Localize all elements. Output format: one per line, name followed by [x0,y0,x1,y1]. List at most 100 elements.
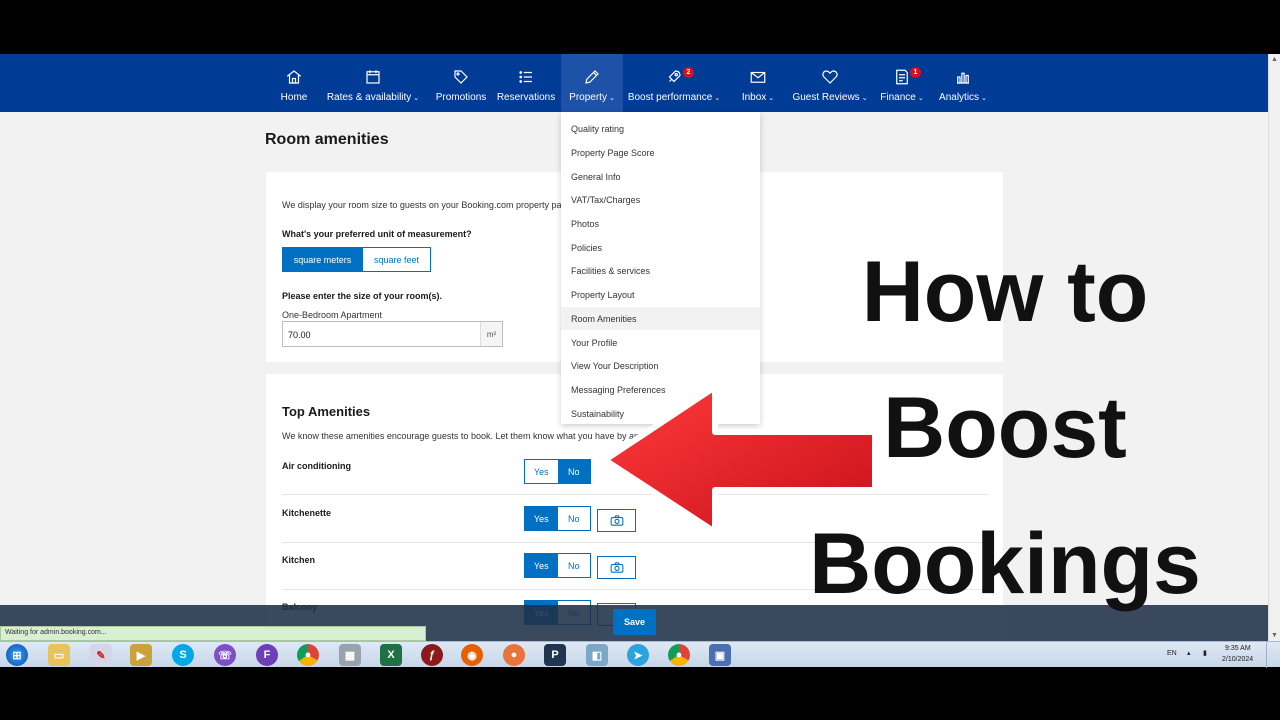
amenity-label: Kitchenette [282,508,332,518]
chrome-icon[interactable]: ● [297,644,319,666]
browser-viewport: Home Rates & availability ⌄ Promotions Re… [0,54,1280,641]
media-player-icon[interactable]: ▶ [130,644,152,666]
amenity-label: Kitchen [282,555,316,565]
nav-rates-label: Rates & availability [326,92,412,103]
scroll-down-icon[interactable]: ▼ [1271,632,1278,639]
menu-item-photos[interactable]: Photos [561,212,760,235]
menu-item-room-amenities[interactable]: Room Amenities [561,307,760,330]
nav-promotions[interactable]: Promotions [434,54,488,112]
room-size-value[interactable]: 70.00 [283,322,480,346]
firefox-icon[interactable]: ◉ [461,644,483,666]
nav-property[interactable]: Property ⌄ [561,54,623,112]
chevron-down-icon: ⌄ [608,95,615,102]
page-title: Room amenities [265,131,389,148]
unit-square-meters-button[interactable]: square meters [282,247,363,272]
nav-reservations[interactable]: Reservations [497,54,555,112]
app-f-icon[interactable]: F [256,644,278,666]
menu-item-policies[interactable]: Policies [561,236,760,259]
nav-home-label: Home [280,92,308,103]
menu-item-facilities-services[interactable]: Facilities & services [561,259,760,282]
menu-item-your-profile[interactable]: Your Profile [561,331,760,354]
show-desktop-button[interactable] [1266,642,1280,668]
remote-desktop-icon[interactable]: ▣ [709,644,731,666]
amenity-label: Air conditioning [282,461,351,471]
chevron-down-icon: ⌄ [981,95,987,102]
menu-item-property-page-score[interactable]: Property Page Score [561,141,760,164]
nav-inbox[interactable]: Inbox ⌄ [738,54,778,112]
telegram-icon[interactable]: ➤ [627,644,649,666]
nav-finance-label: Finance [880,92,916,103]
browser-status-bar: Waiting for admin.booking.com... [0,626,426,641]
nav-rates[interactable]: Rates & availability ⌄ [326,54,420,112]
nav-home[interactable]: Home [276,54,312,112]
unit-square-feet-button[interactable]: square feet [362,247,431,272]
menu-item-view-description[interactable]: View Your Description [561,354,760,377]
excel-icon[interactable]: X [380,644,402,666]
file-explorer-icon[interactable]: ▭ [48,644,70,666]
no-option[interactable]: No [557,507,590,530]
tag-icon [454,70,468,84]
app-p-icon[interactable]: P [544,644,566,666]
yes-option[interactable]: Yes [525,554,558,577]
nav-analytics[interactable]: Analytics ⌄ [937,54,989,112]
room-label: One-Bedroom Apartment [282,310,383,320]
menu-item-general-info[interactable]: General Info [561,165,760,188]
size-prompt: Please enter the size of your room(s). [282,291,443,301]
nav-inbox-label: Inbox [741,92,767,103]
app-orange-icon[interactable]: ● [503,644,525,666]
nav-guest-reviews[interactable]: Guest Reviews ⌄ [792,54,868,112]
unit-suffix: m² [480,322,502,346]
headline-line-2: Boost [883,380,1127,476]
pencil-icon [585,70,599,84]
chrome-active-icon[interactable]: ● [668,644,690,666]
add-photo-button[interactable] [597,556,636,579]
property-dropdown-menu: Quality rating Property Page Score Gener… [561,112,760,424]
room-size-input[interactable]: 70.00 m² [282,321,503,347]
yes-option[interactable]: Yes [525,507,558,530]
yes-option[interactable]: Yes [525,460,558,483]
save-button[interactable]: Save [613,609,656,635]
viber-icon[interactable]: ☏ [214,644,236,666]
menu-item-quality-rating[interactable]: Quality rating [561,117,760,140]
room-size-intro: We display your room size to guests on y… [282,200,574,210]
menu-item-vat-tax-charges[interactable]: VAT/Tax/Charges [561,188,760,211]
boost-badge: 2 [683,67,694,78]
vertical-scrollbar[interactable]: ▲ ▼ [1268,54,1280,641]
unit-question: What's your preferred unit of measuremen… [282,229,472,239]
list-icon [519,71,532,83]
nav-analytics-label: Analytics [939,92,980,103]
chevron-down-icon: ⌄ [861,95,868,102]
nav-boost-label: Boost performance [627,92,713,103]
tray-arrow-icon[interactable]: ▴ [1187,649,1191,657]
skype-icon[interactable]: S [172,644,194,666]
menu-item-property-layout[interactable]: Property Layout [561,283,760,306]
rocket-icon [668,70,681,83]
bar-chart-icon [957,72,969,84]
air-conditioning-toggle[interactable]: Yes No [524,459,591,484]
app-f2-icon[interactable]: ƒ [421,644,443,666]
nav-finance[interactable]: Finance ⌄ 1 [878,54,926,112]
chevron-down-icon: ⌄ [917,95,924,102]
no-option[interactable]: No [557,554,590,577]
nav-property-label: Property [569,92,607,103]
amenities-title: Top Amenities [282,404,371,419]
heart-icon [822,70,838,84]
nav-boost-performance[interactable]: Boost performance ⌄ 2 [628,54,720,112]
app-blue-icon[interactable]: ◧ [586,644,608,666]
network-icon[interactable]: ▮ [1203,649,1207,657]
language-indicator[interactable]: EN [1167,650,1177,657]
start-button-icon[interactable]: ⊞ [6,644,28,666]
kitchen-toggle[interactable]: Yes No [524,553,591,578]
chevron-down-icon: ⌄ [714,95,721,102]
no-option[interactable]: No [557,460,590,483]
camera-icon [610,562,623,573]
paint-icon[interactable]: ✎ [90,644,112,666]
top-navigation: Home Rates & availability ⌄ Promotions Re… [0,54,1268,112]
calculator-icon[interactable]: ▦ [339,644,361,666]
clock-date[interactable]: 2/10/2024 [1222,656,1253,663]
home-icon [286,70,302,84]
nav-reviews-label: Guest Reviews [792,92,860,103]
scroll-up-icon[interactable]: ▲ [1271,56,1278,63]
clock-time[interactable]: 9:35 AM [1225,645,1251,652]
kitchenette-toggle[interactable]: Yes No [524,506,591,531]
